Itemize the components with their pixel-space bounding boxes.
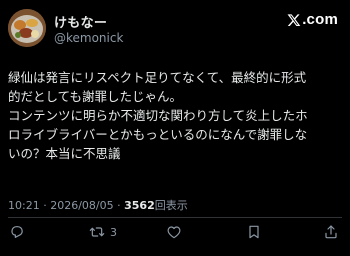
reply-icon bbox=[9, 224, 25, 240]
like-button[interactable] bbox=[166, 224, 182, 240]
share-button[interactable] bbox=[323, 224, 339, 240]
heart-icon bbox=[166, 224, 182, 240]
post-text-line: いの？本当に不思議 bbox=[8, 146, 121, 161]
post-card: けもなー @kemonick .com 緑仙は発言にリスペクト足りてなくて、最終… bbox=[0, 0, 350, 256]
author-handle[interactable]: @kemonick bbox=[54, 31, 123, 45]
post-date[interactable]: 2026/08/05 bbox=[50, 199, 113, 212]
views-label: 回表示 bbox=[154, 199, 188, 212]
brand-text: .com bbox=[302, 11, 338, 28]
repost-count: 3 bbox=[110, 225, 117, 239]
x-logo-icon bbox=[287, 13, 301, 27]
share-icon bbox=[323, 224, 339, 240]
post-text: 緑仙は発言にリスペクト足りてなくて、最終的に形式 的だとしても謝罪したじゃん。 … bbox=[8, 68, 344, 163]
post-text-line: ロライブライバーとかもっといるのになんで謝罪しな bbox=[8, 127, 308, 142]
bookmark-button[interactable] bbox=[246, 224, 262, 240]
divider bbox=[8, 217, 342, 218]
bookmark-icon bbox=[246, 224, 262, 240]
avatar[interactable] bbox=[8, 9, 46, 47]
repost-icon bbox=[89, 224, 105, 240]
post-time[interactable]: 10:21 bbox=[8, 199, 40, 212]
post-text-line: 的だとしても謝罪したじゃん。 bbox=[8, 89, 183, 104]
brand-logo: .com bbox=[287, 11, 338, 28]
meta-separator: · bbox=[113, 199, 125, 212]
author-display-name[interactable]: けもなー bbox=[54, 12, 107, 31]
avatar-food-photo bbox=[8, 9, 46, 47]
action-bar: 3 bbox=[0, 224, 350, 246]
post-meta: 10:21 · 2026/08/05 · 3562回表示 bbox=[8, 197, 188, 213]
views-count: 3562 bbox=[124, 199, 155, 212]
reply-button[interactable] bbox=[9, 224, 25, 240]
post-text-line: コンテンツに明らか不適切な関わり方して炎上したホ bbox=[8, 108, 308, 123]
meta-separator: · bbox=[39, 199, 51, 212]
post-text-line: 緑仙は発言にリスペクト足りてなくて、最終的に形式 bbox=[8, 70, 307, 85]
repost-button[interactable]: 3 bbox=[89, 224, 117, 240]
